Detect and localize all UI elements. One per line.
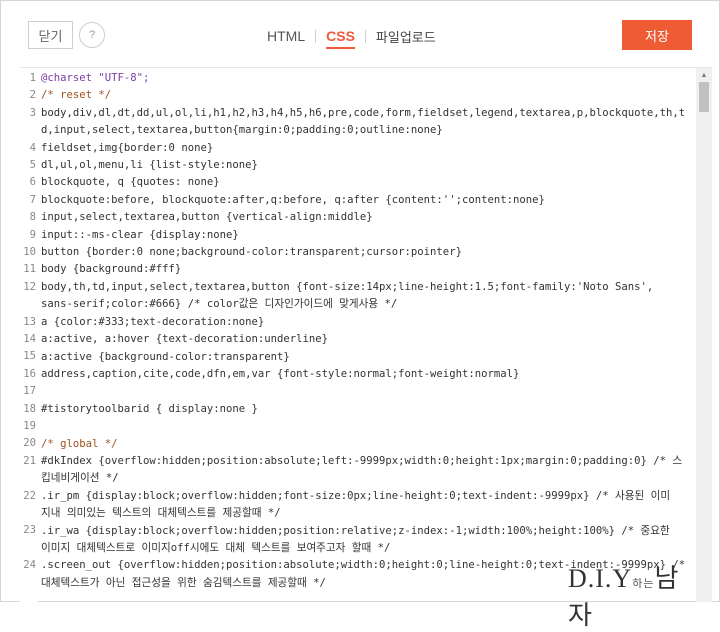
code-line[interactable] xyxy=(41,418,693,435)
watermark-sub: 하는 xyxy=(632,578,655,590)
code-line[interactable]: blockquote, q {quotes: none} xyxy=(41,174,693,191)
scroll-up-arrow-icon[interactable]: ▲ xyxy=(696,68,712,82)
editor-toolbar: 닫기 ? HTML CSS 파일업로드 저장 xyxy=(1,1,719,67)
line-number: 22 xyxy=(23,489,36,502)
code-line[interactable]: a {color:#333;text-decoration:none} xyxy=(41,314,693,331)
css-editor-window: 닫기 ? HTML CSS 파일업로드 저장 1 2 3 4 5 6 7 8 9 10 11 12 13… xyxy=(0,0,720,602)
watermark-diy: D.I.Y xyxy=(568,564,633,593)
code-line[interactable]: #tistorytoolbarid { display:none } xyxy=(41,401,693,418)
line-number: 23 xyxy=(23,524,36,537)
close-button[interactable]: 닫기 xyxy=(28,21,73,49)
line-number: 10 xyxy=(23,246,36,258)
code-line[interactable]: address,caption,cite,code,dfn,em,var {fo… xyxy=(41,366,693,383)
line-number: 7 xyxy=(29,193,36,206)
line-number: 4 xyxy=(29,141,36,154)
code-line[interactable]: fieldset,img{border:0 none} xyxy=(41,140,693,157)
code-line[interactable]: dl,ul,ol,menu,li {list-style:none} xyxy=(41,157,693,174)
line-number: 19 xyxy=(23,420,36,432)
line-number: 15 xyxy=(23,350,36,363)
tab-divider xyxy=(315,29,317,43)
line-number: 14 xyxy=(23,333,36,345)
line-number: 2 xyxy=(29,89,36,102)
tab-file-upload[interactable]: 파일업로드 xyxy=(370,21,442,51)
line-number: 11 xyxy=(23,263,36,276)
save-button[interactable]: 저장 xyxy=(622,20,692,50)
code-line[interactable] xyxy=(41,383,693,400)
code-area[interactable]: @charset "UTF-8";/* reset */body,div,dl,… xyxy=(41,70,693,592)
code-line[interactable]: input,select,textarea,button {vertical-a… xyxy=(41,209,693,226)
editor-tabs: HTML CSS 파일업로드 xyxy=(261,21,442,51)
line-number: 9 xyxy=(29,228,36,241)
line-number-gutter: 1 2 3 4 5 6 7 8 9 10 11 12 13 14 15 16 17 18 19 20 21 22 23 24 xyxy=(20,68,38,602)
tab-divider xyxy=(364,29,366,43)
code-line[interactable]: blockquote:before, blockquote:after,q:be… xyxy=(41,192,693,209)
code-editor[interactable]: 1 2 3 4 5 6 7 8 9 10 11 12 13 14 15 16 17 18 19 20 21 22 23 24 … xyxy=(20,67,712,602)
line-number: 24 xyxy=(23,559,36,572)
code-line[interactable]: button {border:0 none;background-color:t… xyxy=(41,244,693,261)
watermark-text: D.I.Y하는남자 xyxy=(568,558,700,632)
code-line[interactable]: /* global */ xyxy=(41,436,693,453)
line-number: 5 xyxy=(29,159,36,171)
code-line[interactable]: input::-ms-clear {display:none} xyxy=(41,227,693,244)
line-number: 16 xyxy=(23,367,36,380)
code-line[interactable]: #dkIndex {overflow:hidden;position:absol… xyxy=(41,453,693,470)
watermark-logo: D.I.Y하는남자 xyxy=(560,548,700,630)
line-number: 13 xyxy=(23,315,36,328)
code-line[interactable]: body {background:#fff} xyxy=(41,261,693,278)
line-number: 17 xyxy=(23,385,36,398)
line-number: 1 xyxy=(29,72,36,84)
help-icon[interactable]: ? xyxy=(79,22,105,48)
code-line[interactable]: d,input,select,textarea,button{margin:0;… xyxy=(41,122,693,139)
vertical-scrollbar[interactable]: ▲ xyxy=(696,68,712,602)
line-number: 8 xyxy=(29,211,36,224)
code-line[interactable]: @charset "UTF-8"; xyxy=(41,70,693,87)
tab-html[interactable]: HTML xyxy=(261,21,311,51)
tab-css[interactable]: CSS xyxy=(320,21,361,51)
code-line[interactable]: .ir_wa {display:block;overflow:hidden;po… xyxy=(41,523,693,540)
code-line[interactable]: a:active, a:hover {text-decoration:under… xyxy=(41,331,693,348)
line-number: 18 xyxy=(23,402,36,415)
line-number: 6 xyxy=(29,176,36,189)
line-number: 20 xyxy=(23,437,36,450)
code-line[interactable]: a:active {background-color:transparent} xyxy=(41,349,693,366)
line-number: 12 xyxy=(23,280,36,293)
line-number: 3 xyxy=(29,106,36,119)
code-line[interactable]: .ir_pm {display:block;overflow:hidden;fo… xyxy=(41,488,693,505)
code-line[interactable]: body,div,dl,dt,dd,ul,ol,li,h1,h2,h3,h4,h… xyxy=(41,105,693,122)
line-number: 21 xyxy=(23,454,36,467)
scrollbar-thumb[interactable] xyxy=(699,82,709,112)
code-line[interactable]: 지내 의미있는 텍스트의 대체텍스트를 제공할때 */ xyxy=(41,505,693,522)
code-line[interactable]: body,th,td,input,select,textarea,button … xyxy=(41,279,693,296)
code-line[interactable]: /* reset */ xyxy=(41,87,693,104)
code-line[interactable]: 킵네비게이션 */ xyxy=(41,470,693,487)
code-line[interactable]: sans-serif;color:#666} /* color값은 디자인가이드… xyxy=(41,296,693,313)
